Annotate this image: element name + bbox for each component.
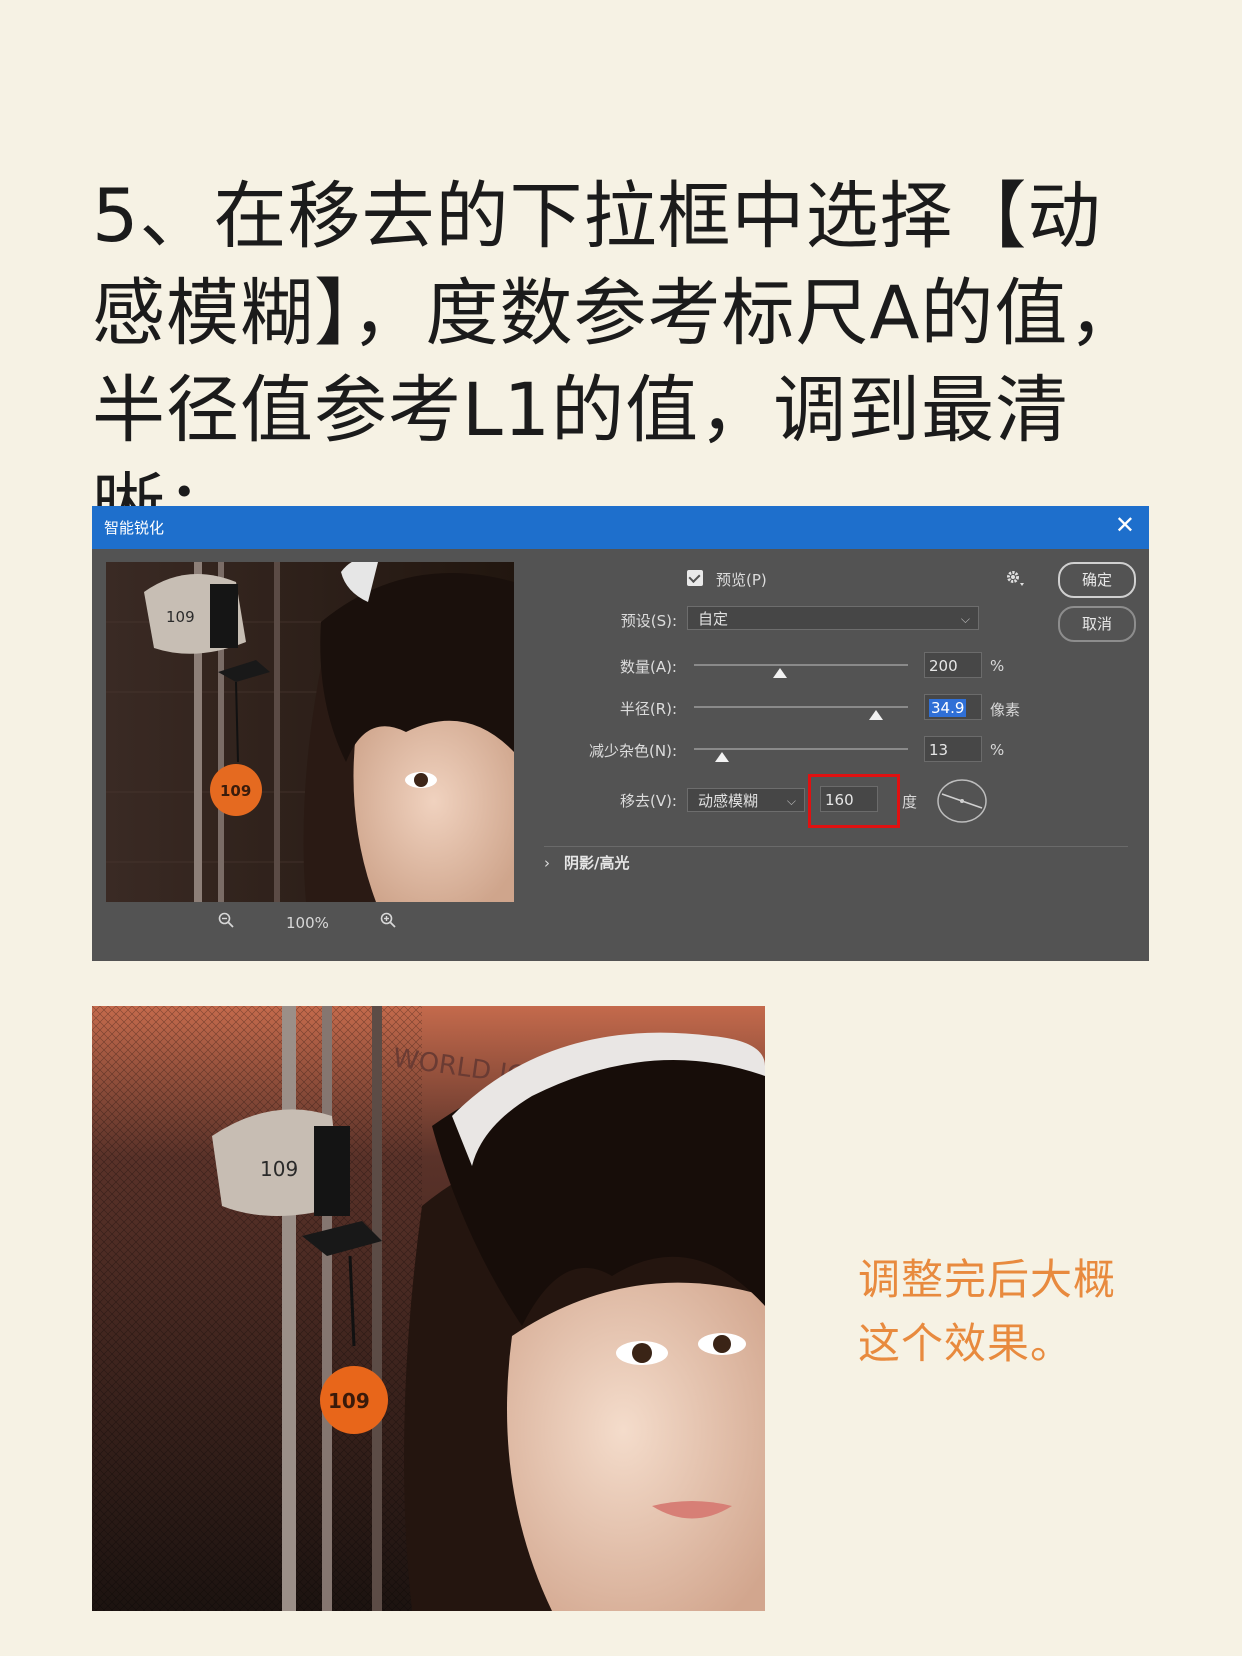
- angle-unit: 度: [902, 793, 918, 811]
- amount-slider[interactable]: [694, 664, 908, 666]
- amount-slider-thumb[interactable]: [772, 668, 787, 678]
- angle-input[interactable]: 160: [820, 786, 878, 812]
- ok-button[interactable]: 确定: [1058, 562, 1136, 598]
- radius-slider-thumb[interactable]: [868, 710, 883, 720]
- tag-number: 109: [328, 1389, 370, 1413]
- result-caption: 调整完后大概这个效果。: [858, 1255, 1117, 1368]
- preview-label: 预览(P): [716, 571, 767, 589]
- section-divider: [544, 846, 1128, 847]
- noise-reduction-slider[interactable]: [694, 748, 908, 750]
- zoom-level: 100%: [286, 914, 329, 932]
- locker-number: 109: [166, 608, 195, 626]
- preset-dropdown[interactable]: 自定 ⌵: [687, 606, 979, 630]
- gear-icon[interactable]: [1004, 568, 1026, 590]
- result-photo-illustration: WORLD ICE ARENA 109 109: [92, 1006, 765, 1611]
- noise-reduction-input[interactable]: 13: [924, 736, 982, 762]
- radius-slider[interactable]: [694, 706, 908, 708]
- smart-sharpen-dialog: 智能锐化 ✕ 109 109 100% 预览(P) 确定 取消 预设(S): 自…: [92, 506, 1149, 961]
- tag-number: 109: [220, 782, 251, 800]
- noise-reduction-value: 13: [929, 741, 949, 759]
- result-photo: WORLD ICE ARENA 109 109: [92, 1006, 765, 1611]
- amount-label: 数量(A):: [619, 658, 677, 676]
- cancel-button[interactable]: 取消: [1058, 606, 1136, 642]
- close-icon[interactable]: ✕: [1115, 511, 1135, 539]
- remove-value: 动感模糊: [698, 792, 759, 810]
- angle-value: 160: [825, 791, 854, 809]
- preview-photo-illustration: 109 109: [106, 562, 514, 902]
- dialog-title: 智能锐化: [104, 519, 165, 537]
- zoom-out-icon[interactable]: [218, 912, 234, 928]
- remove-dropdown[interactable]: 动感模糊 ⌵: [687, 788, 805, 812]
- preset-value: 自定: [698, 610, 729, 628]
- noise-reduction-label: 减少杂色(N):: [589, 742, 677, 760]
- radius-input[interactable]: 34.9: [924, 694, 982, 720]
- remove-label: 移去(V):: [619, 792, 677, 810]
- shadow-highlight-section[interactable]: 阴影/高光: [564, 852, 629, 873]
- step-instruction-heading: 5、在移去的下拉框中选择【动感模糊】，度数参考标尺A的值，半径值参考L1的值，调…: [92, 174, 1143, 550]
- angle-dial-icon[interactable]: [936, 778, 988, 824]
- chevron-right-icon[interactable]: ›: [544, 854, 558, 872]
- chevron-down-icon: ⌵: [786, 794, 796, 808]
- amount-unit: %: [990, 657, 1005, 675]
- radius-value: 34.9: [929, 699, 967, 717]
- chevron-down-icon: ⌵: [960, 612, 970, 626]
- zoom-in-icon[interactable]: [380, 912, 396, 928]
- noise-reduction-slider-thumb[interactable]: [714, 752, 729, 762]
- preview-image[interactable]: 109 109: [106, 562, 514, 902]
- preview-checkbox[interactable]: [687, 570, 703, 586]
- amount-value: 200: [929, 657, 958, 675]
- preset-label: 预设(S):: [620, 612, 677, 630]
- dialog-titlebar: 智能锐化 ✕: [92, 506, 1149, 549]
- noise-reduction-unit: %: [990, 741, 1005, 759]
- radius-unit: 像素: [990, 701, 1021, 719]
- amount-input[interactable]: 200: [924, 652, 982, 678]
- radius-label: 半径(R):: [619, 700, 677, 718]
- locker-number: 109: [260, 1157, 298, 1181]
